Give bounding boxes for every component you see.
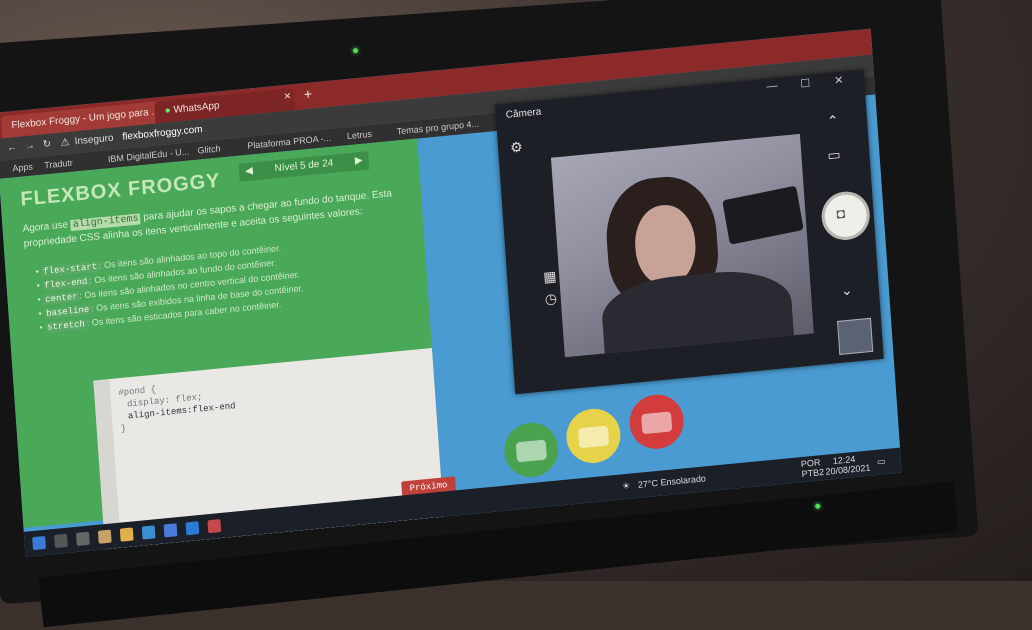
camera-window: Câmera — ☐ ✕ ⚙ ⌃ ▭ ▦ ◷ ⌄ ◘ [495, 69, 884, 395]
video-mode-icon[interactable]: ▭ [827, 146, 841, 164]
values-list: • flex-start: Os itens são alinhados ao … [35, 229, 418, 335]
phone [722, 185, 804, 245]
minimize-icon[interactable]: — [766, 80, 778, 93]
search-icon[interactable] [54, 533, 68, 549]
value-code: stretch [44, 319, 88, 333]
windows-start-icon[interactable] [32, 535, 47, 551]
warning-icon: ⚠ [60, 136, 71, 149]
camera-preview [550, 133, 814, 358]
photo-shutter-button[interactable]: ◘ [820, 189, 872, 243]
yellow-frog [564, 406, 623, 466]
intro-prefix: Agora use [22, 219, 72, 235]
camera-icon: ◘ [835, 204, 846, 222]
camera-title: Câmera [505, 106, 542, 121]
bookmark-apps[interactable]: Apps [12, 158, 34, 178]
code-line: } [120, 423, 127, 435]
prev-level-icon[interactable]: ◀ [245, 162, 254, 181]
notification-icon[interactable]: ▭ [876, 449, 886, 475]
new-tab-icon[interactable]: + [303, 85, 312, 102]
settings-icon[interactable]: ⚙ [510, 138, 524, 156]
timer-icon[interactable]: ◷ [544, 290, 557, 308]
tab-label: WhatsApp [173, 100, 220, 116]
laptop: Flexbox Froggy - Um jogo para ... ● What… [0, 0, 1000, 628]
red-frog [627, 392, 686, 452]
green-frog [502, 420, 561, 480]
chrome-icon[interactable] [97, 529, 112, 544]
last-photo-thumbnail[interactable] [837, 317, 874, 355]
file-explorer-icon[interactable] [119, 527, 134, 542]
camera-app-icon[interactable] [207, 519, 222, 534]
close-icon[interactable]: ✕ [834, 73, 844, 87]
hdr-icon[interactable]: ▦ [543, 268, 557, 286]
vscode-icon[interactable] [185, 521, 200, 536]
chevron-down-icon[interactable]: ⌄ [840, 281, 853, 299]
whatsapp-icon: ● [164, 105, 172, 117]
next-level-icon[interactable]: ▶ [354, 152, 363, 171]
level-label: Nível 5 de 24 [274, 157, 334, 175]
webcam-led [352, 47, 359, 54]
game-panel: FLEXBOX FROGGY ◀ Nível 5 de 24 ▶ Agora u… [0, 138, 456, 557]
store-icon[interactable] [141, 525, 156, 540]
maximize-icon[interactable]: ☐ [800, 77, 811, 91]
forward-icon[interactable]: → [24, 135, 36, 158]
close-tab-icon[interactable]: × [284, 88, 292, 103]
task-view-icon[interactable] [75, 531, 90, 546]
reload-icon[interactable]: ↻ [42, 134, 52, 157]
laptop-screen: Flexbox Froggy - Um jogo para ... ● What… [0, 28, 902, 557]
teams-icon[interactable] [163, 523, 178, 538]
back-icon[interactable]: ← [6, 137, 18, 160]
chevron-up-icon[interactable]: ⌃ [827, 112, 840, 130]
level-selector[interactable]: ◀ Nível 5 de 24 ▶ [238, 151, 370, 182]
power-led [814, 503, 821, 509]
weather-icon: ☀ [621, 480, 631, 492]
bookmark-glitch[interactable]: Glitch [197, 139, 221, 159]
